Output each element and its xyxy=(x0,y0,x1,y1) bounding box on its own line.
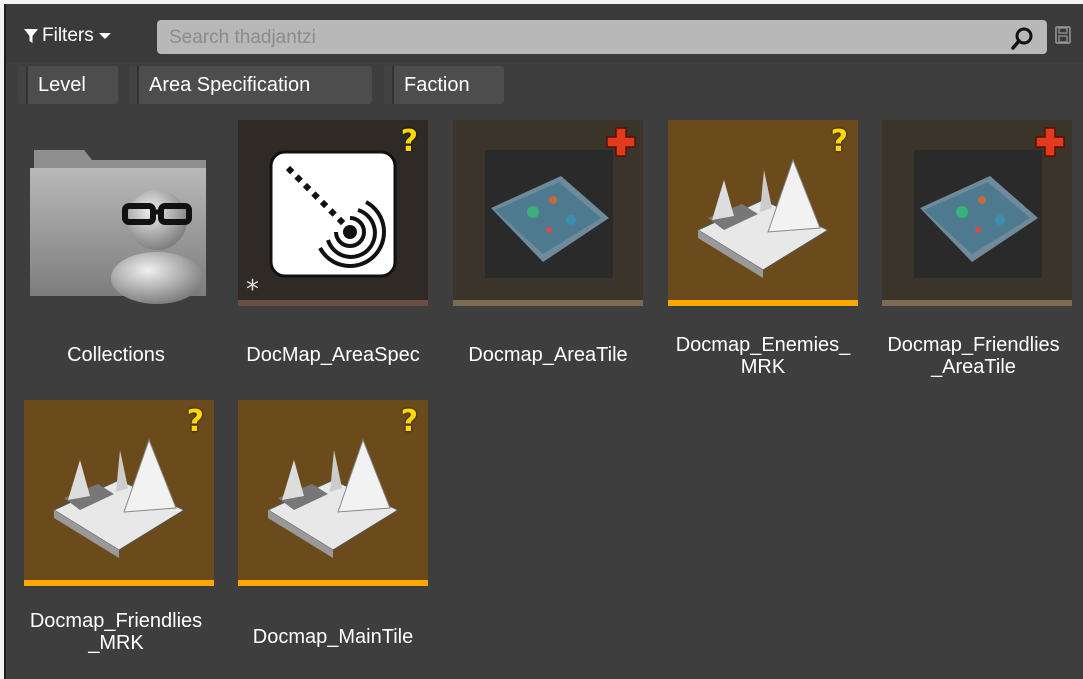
asset-type-bar xyxy=(24,580,214,586)
tile-label: Docmap_Enemies_ MRK xyxy=(675,334,851,378)
save-search-icon[interactable] xyxy=(1055,26,1071,44)
area-spec-icon: * xyxy=(246,150,397,300)
collections-folder-icon xyxy=(30,150,206,304)
asset-tile-maintile[interactable]: ? xyxy=(238,400,428,588)
search-icon[interactable] xyxy=(1011,26,1035,50)
unsaved-question-badge-icon: ? xyxy=(400,124,418,159)
tile-label: Docmap_Friendlies _MRK xyxy=(29,610,203,654)
filters-button[interactable]: Filters xyxy=(24,22,112,50)
asset-tile-collections[interactable] xyxy=(24,120,214,308)
unsaved-question-badge-icon: ? xyxy=(400,404,418,439)
asset-type-bar xyxy=(453,300,643,306)
search-box xyxy=(157,20,1047,56)
toolbar: Filters xyxy=(6,4,1083,62)
asset-tile-friendlies-areatile[interactable] xyxy=(882,120,1072,308)
tile-label: DocMap_AreaSpec xyxy=(246,344,420,366)
filter-chip-level[interactable]: Level xyxy=(18,66,118,104)
chip-label: Area Specification xyxy=(149,73,311,96)
chip-toggle[interactable] xyxy=(384,66,394,104)
asset-tile-areatile[interactable] xyxy=(453,120,643,308)
chip-toggle[interactable] xyxy=(129,66,139,104)
unsaved-question-badge-icon: ? xyxy=(186,404,204,439)
search-input[interactable] xyxy=(167,20,991,56)
asset-tile-areaspec[interactable]: * ? xyxy=(238,120,428,308)
marker-thumbnail-icon xyxy=(266,438,400,558)
marker-thumbnail-icon xyxy=(52,438,186,558)
tile-label: Docmap_AreaTile xyxy=(468,344,628,366)
content-browser-panel: Filters Level Area Specification Faction xyxy=(4,4,1083,679)
asset-type-bar xyxy=(882,300,1072,306)
filter-chip-faction[interactable]: Faction xyxy=(384,66,504,104)
chip-toggle[interactable] xyxy=(18,66,28,104)
chip-label: Faction xyxy=(404,73,470,96)
chevron-down-icon xyxy=(98,33,111,39)
tile-label: Collections xyxy=(67,344,165,366)
filter-chip-area-specification[interactable]: Area Specification xyxy=(129,66,372,104)
new-plus-badge-icon xyxy=(606,127,636,157)
chip-label: Level xyxy=(38,73,86,96)
asset-tile-enemies-mrk[interactable]: ? xyxy=(668,120,858,308)
funnel-icon xyxy=(24,29,38,43)
asset-tile-friendlies-mrk[interactable]: ? xyxy=(24,400,214,588)
new-plus-badge-icon xyxy=(1035,127,1065,157)
tile-label: Docmap_MainTile xyxy=(252,626,414,648)
asset-type-bar xyxy=(238,300,428,306)
tile-label: Docmap_Friendlies _AreaTile xyxy=(887,334,1060,378)
marker-thumbnail-icon xyxy=(696,158,830,278)
asset-type-bar xyxy=(238,580,428,586)
asset-type-bar xyxy=(668,300,858,306)
filters-label: Filters xyxy=(42,25,94,46)
unsaved-question-badge-icon: ? xyxy=(830,124,848,159)
svg-text:*: * xyxy=(246,275,259,300)
